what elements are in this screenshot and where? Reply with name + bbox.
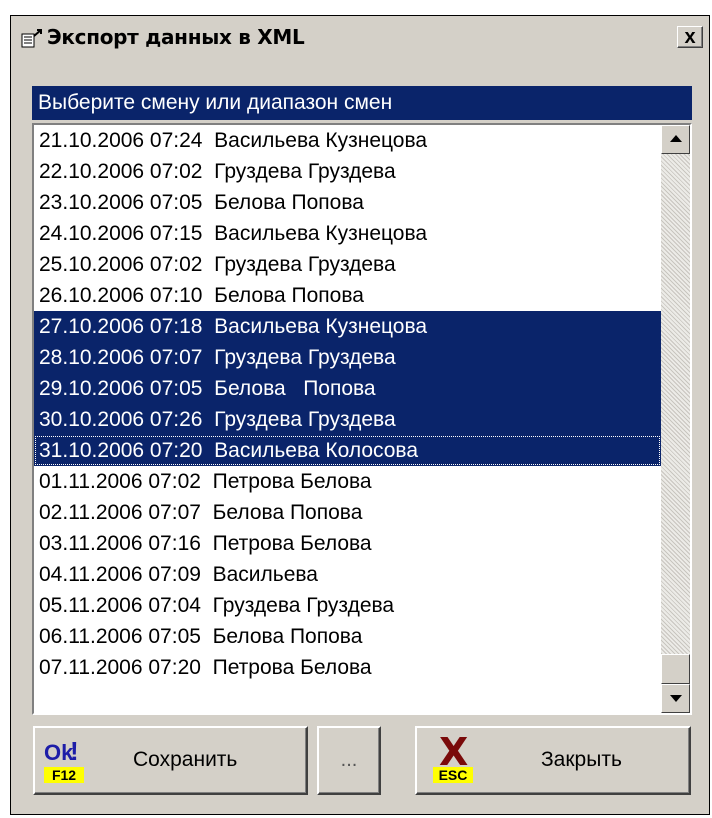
list-item[interactable]: 06.11.2006 07:05 Белова Попова (34, 621, 661, 652)
ok-icon: Ok ! F12 (44, 736, 84, 786)
list-item[interactable]: 24.10.2006 07:15 Васильева Кузнецова (34, 218, 661, 249)
list-item[interactable]: 01.11.2006 07:02 Петрова Белова (34, 466, 661, 497)
close-button[interactable]: X ESC Закрыть (415, 726, 691, 795)
ok-icon-text: Ok (44, 740, 74, 765)
list-prompt: Выберите смену или диапазон смен (32, 86, 692, 120)
vertical-scrollbar[interactable] (661, 125, 690, 713)
list-item[interactable]: 26.10.2006 07:10 Белова Попова (34, 280, 661, 311)
list-item[interactable]: 23.10.2006 07:05 Белова Попова (34, 187, 661, 218)
list-item[interactable]: 05.11.2006 07:04 Груздева Груздева (34, 590, 661, 621)
app-icon (21, 29, 42, 48)
list-item[interactable]: 27.10.2006 07:18 Васильева Кузнецова (34, 311, 661, 342)
more-button[interactable]: ... (317, 726, 381, 795)
scroll-up-button[interactable] (661, 125, 690, 154)
f12-key-badge: F12 (44, 767, 84, 783)
list-item[interactable]: 30.10.2006 07:26 Груздева Груздева (34, 404, 661, 435)
list-item[interactable]: 07.11.2006 07:20 Петрова Белова (34, 652, 661, 683)
list-item[interactable]: 28.10.2006 07:07 Груздева Груздева (34, 342, 661, 373)
cancel-icon: X ESC (433, 732, 473, 786)
list-item[interactable]: 22.10.2006 07:02 Груздева Груздева (34, 156, 661, 187)
scroll-thumb[interactable] (661, 654, 690, 684)
esc-key-badge: ESC (433, 767, 473, 783)
window-title: Экспорт данных в XML (47, 25, 305, 49)
more-button-label: ... (340, 749, 358, 771)
arrow-down-icon (670, 695, 682, 702)
shift-list: 21.10.2006 07:24 Васильева Кузнецова 22.1… (34, 125, 661, 683)
close-button-label: Закрыть (541, 748, 622, 771)
save-button-label: Сохранить (133, 748, 238, 771)
title-bar[interactable]: Экспорт данных в XML x (11, 16, 709, 58)
list-item[interactable]: 03.11.2006 07:16 Петрова Белова (34, 528, 661, 559)
arrow-up-icon (670, 135, 682, 142)
list-item[interactable]: 02.11.2006 07:07 Белова Попова (34, 497, 661, 528)
save-button[interactable]: Ok ! F12 Сохранить (33, 726, 308, 795)
list-item[interactable]: 31.10.2006 07:20 Васильева Колосова (34, 435, 661, 466)
x-mark-icon: X (439, 730, 469, 774)
exclamation-icon: ! (70, 736, 79, 766)
shift-listbox[interactable]: 21.10.2006 07:24 Васильева Кузнецова 22.1… (32, 123, 692, 715)
list-item[interactable]: 29.10.2006 07:05 Белова Попова (34, 373, 661, 404)
close-icon: x (684, 26, 696, 48)
scroll-down-button[interactable] (661, 684, 690, 713)
list-item[interactable]: 04.11.2006 07:09 Васильева (34, 559, 661, 590)
export-dialog: Экспорт данных в XML x Выберите смену ил… (10, 15, 710, 815)
list-item[interactable]: 21.10.2006 07:24 Васильева Кузнецова (34, 125, 661, 156)
list-item[interactable]: 25.10.2006 07:02 Груздева Груздева (34, 249, 661, 280)
close-window-button[interactable]: x (677, 26, 703, 48)
